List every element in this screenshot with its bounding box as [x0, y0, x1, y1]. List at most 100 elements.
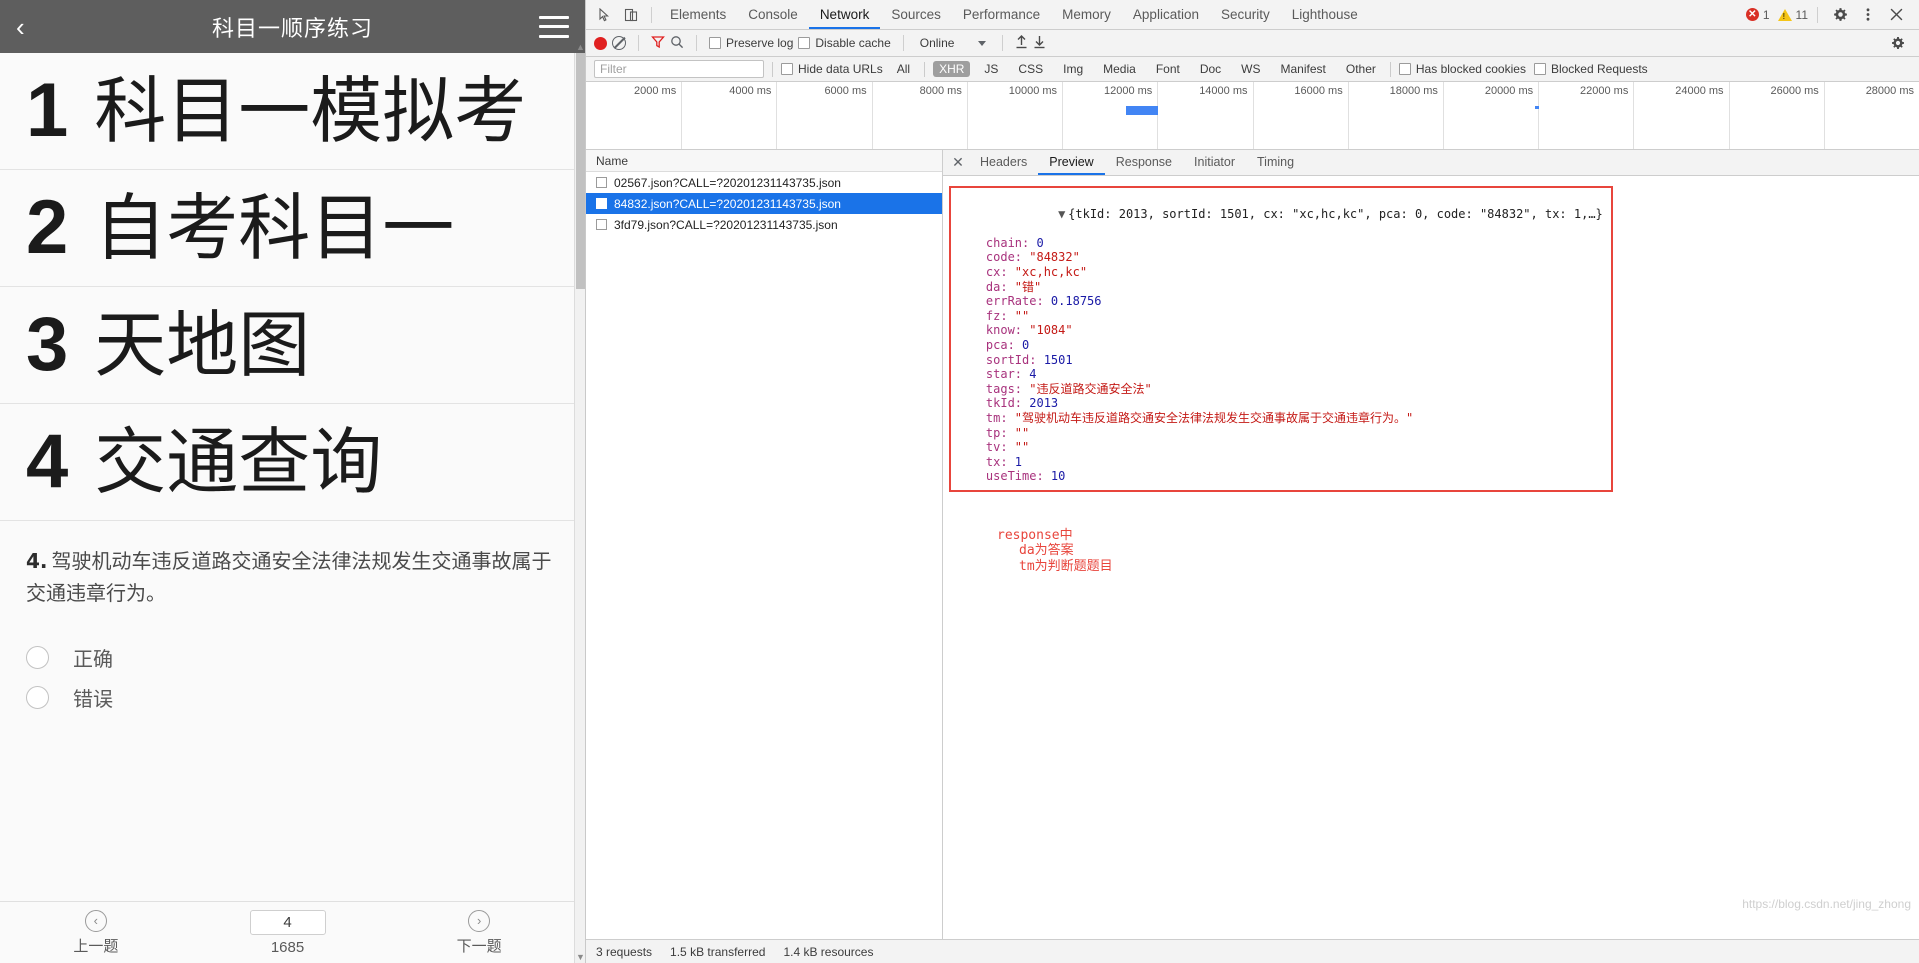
list-item[interactable]: 2 自考科目一: [0, 170, 585, 287]
list-item[interactable]: 1 科目一模拟考: [0, 53, 585, 170]
warning-count-badge[interactable]: 11: [1777, 8, 1808, 22]
upload-har-icon[interactable]: [1015, 34, 1028, 52]
blocked-requests-checkbox[interactable]: Blocked Requests: [1533, 62, 1648, 76]
error-count-badge[interactable]: ✕ 1: [1745, 8, 1770, 22]
radio-icon[interactable]: [26, 645, 49, 669]
close-devtools-icon[interactable]: [1883, 3, 1909, 27]
tab-sources[interactable]: Sources: [880, 0, 952, 29]
tab-initiator[interactable]: Initiator: [1183, 150, 1246, 175]
mobile-scrollbar[interactable]: ▲ ▼: [574, 42, 585, 963]
checkbox-icon[interactable]: [596, 198, 607, 209]
json-preview-box[interactable]: ▼ {tkId: 2013, sortId: 1501, cx: "xc,hc,k…: [949, 186, 1613, 492]
checkbox-icon[interactable]: [781, 63, 793, 75]
json-field: tags: "违反道路交通安全法": [957, 382, 1603, 397]
filter-type-manifest[interactable]: Manifest: [1275, 61, 1332, 77]
request-detail-panel: ✕ Headers Preview Response Initiator Tim…: [943, 150, 1919, 939]
prev-question-button[interactable]: ‹ 上一题: [0, 909, 192, 956]
has-blocked-cookies-checkbox[interactable]: Has blocked cookies: [1398, 62, 1526, 76]
network-settings-gear-icon[interactable]: [1885, 31, 1911, 55]
option-false[interactable]: 错误: [26, 677, 559, 717]
radio-icon[interactable]: [26, 685, 49, 709]
inspect-element-icon[interactable]: [592, 3, 618, 27]
checkbox-icon[interactable]: [798, 37, 811, 49]
json-field: tm: "驾驶机动车违反道路交通安全法律法规发生交通事故属于交通违章行为。": [957, 411, 1603, 426]
tab-timing[interactable]: Timing: [1246, 150, 1305, 175]
question-body: 驾驶机动车违反道路交通安全法律法规发生交通事故属于交通违章行为。: [26, 549, 552, 605]
scroll-down-icon[interactable]: ▼: [575, 951, 585, 963]
list-item[interactable]: 3 天地图: [0, 287, 585, 404]
next-question-button[interactable]: › 下一题: [383, 909, 575, 956]
menu-list: 1 科目一模拟考 2 自考科目一 3 天地图 4 交通查询: [0, 53, 585, 521]
tab-elements[interactable]: Elements: [659, 0, 737, 29]
search-icon[interactable]: [670, 35, 684, 52]
filter-input[interactable]: [594, 60, 764, 78]
tab-console[interactable]: Console: [737, 0, 809, 29]
checkbox-icon[interactable]: [709, 37, 721, 49]
timeline-tick-label: 16000 ms: [1294, 85, 1343, 97]
chevron-left-icon[interactable]: ‹: [16, 14, 52, 40]
network-timeline-overview[interactable]: 2000 ms 4000 ms 6000 ms 8000 ms 10000 ms 1200…: [586, 82, 1919, 150]
tab-lighthouse[interactable]: Lighthouse: [1281, 0, 1369, 29]
expand-triangle-icon[interactable]: ▼: [1058, 207, 1068, 222]
hamburger-icon[interactable]: [539, 15, 569, 38]
question-text: 4. 驾驶机动车违反道路交通安全法律法规发生交通事故属于交通违章行为。: [26, 545, 559, 609]
network-filterbar: Hide data URLs All XHR JS CSS Img Media …: [586, 57, 1919, 82]
tab-preview[interactable]: Preview: [1038, 150, 1105, 175]
disable-cache-checkbox[interactable]: Disable cache: [798, 36, 891, 50]
request-name: 02567.json?CALL=?20201231143735.json: [614, 175, 841, 190]
close-detail-icon[interactable]: ✕: [947, 154, 969, 171]
prev-question-label: 上一题: [73, 936, 119, 955]
more-options-icon[interactable]: [1855, 3, 1881, 27]
filter-type-doc[interactable]: Doc: [1194, 61, 1227, 77]
settings-gear-icon[interactable]: [1827, 3, 1853, 27]
checkbox-icon[interactable]: [596, 177, 607, 188]
hide-data-urls-checkbox[interactable]: Hide data URLs: [781, 62, 883, 76]
json-value: "": [1014, 425, 1030, 440]
filter-type-js[interactable]: JS: [978, 61, 1004, 77]
throttle-select[interactable]: Online: [916, 36, 991, 50]
option-true[interactable]: 正确: [26, 637, 559, 677]
list-item[interactable]: 4 交通查询: [0, 404, 585, 521]
tab-performance[interactable]: Performance: [952, 0, 1051, 29]
json-field: star: 4: [957, 367, 1603, 382]
table-row[interactable]: 84832.json?CALL=?20201231143735.json: [586, 193, 942, 214]
divider: [1389, 61, 1391, 77]
tab-application[interactable]: Application: [1122, 0, 1210, 29]
table-row[interactable]: 02567.json?CALL=?20201231143735.json: [586, 172, 942, 193]
menu-item-number: 4: [26, 419, 69, 504]
current-page-input[interactable]: 4: [249, 909, 326, 935]
checkbox-icon[interactable]: [1533, 63, 1546, 75]
filter-type-css[interactable]: CSS: [1012, 61, 1049, 77]
filter-funnel-icon[interactable]: [651, 35, 665, 52]
scroll-up-icon[interactable]: ▲: [575, 41, 585, 53]
tab-headers[interactable]: Headers: [969, 150, 1038, 175]
tab-memory[interactable]: Memory: [1051, 0, 1122, 29]
json-key: useTime:: [957, 469, 1051, 484]
filter-type-xhr[interactable]: XHR: [933, 61, 971, 77]
tab-network[interactable]: Network: [808, 0, 881, 29]
json-summary-line[interactable]: ▼ {tkId: 2013, sortId: 1501, cx: "xc,hc,k…: [957, 192, 1603, 236]
has-blocked-cookies-label: Has blocked cookies: [1415, 62, 1526, 76]
timeline-tick-label: 24000 ms: [1675, 85, 1724, 97]
filter-type-font[interactable]: Font: [1150, 61, 1186, 77]
preserve-log-label: Preserve log: [726, 36, 794, 50]
tab-security[interactable]: Security: [1210, 0, 1281, 29]
record-button-icon[interactable]: [594, 36, 607, 50]
json-value: "错": [1014, 279, 1042, 294]
timeline-gridline: [1442, 82, 1444, 149]
filter-type-img[interactable]: Img: [1057, 61, 1089, 77]
filter-type-other[interactable]: Other: [1340, 61, 1382, 77]
checkbox-icon[interactable]: [596, 219, 607, 230]
preserve-log-checkbox[interactable]: Preserve log: [709, 36, 793, 50]
download-har-icon[interactable]: [1033, 35, 1046, 52]
device-toolbar-icon[interactable]: [618, 3, 644, 27]
table-row[interactable]: 3fd79.json?CALL=?20201231143735.json: [586, 214, 942, 235]
scrollbar-thumb[interactable]: [576, 53, 585, 289]
filter-type-all[interactable]: All: [891, 61, 916, 77]
clear-icon[interactable]: [612, 36, 626, 50]
filter-type-ws[interactable]: WS: [1235, 61, 1266, 77]
filter-type-media[interactable]: Media: [1097, 61, 1142, 77]
tab-response[interactable]: Response: [1105, 150, 1183, 175]
checkbox-icon[interactable]: [1398, 63, 1411, 75]
detail-tabbar: ✕ Headers Preview Response Initiator Tim…: [943, 150, 1919, 176]
